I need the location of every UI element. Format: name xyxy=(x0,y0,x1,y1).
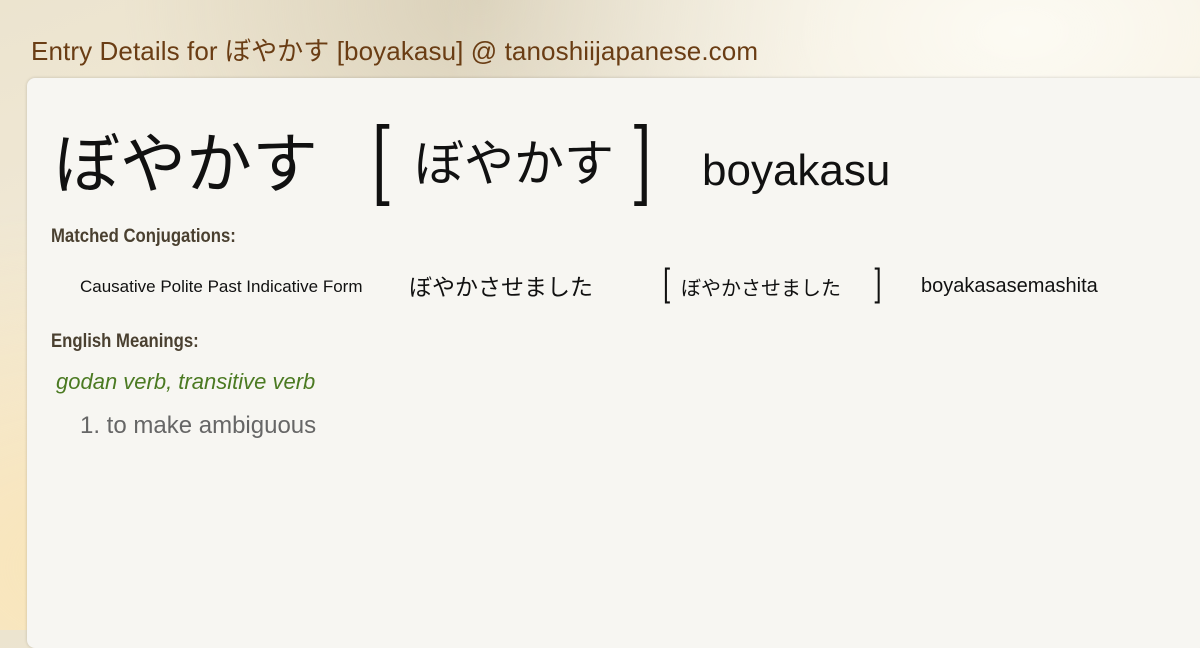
part-of-speech: godan verb, transitive verb xyxy=(56,369,316,394)
entry-reading: ぼやかす xyxy=(414,135,614,193)
meaning-item: 1. to make ambiguous xyxy=(80,412,317,439)
page-title-kana: ぼやかす xyxy=(224,37,330,67)
conjugation-kana: ぼやかさせました xyxy=(409,275,593,301)
page-title-prefix: Entry Details for xyxy=(31,36,225,66)
entry-bracket-open: [ xyxy=(372,109,394,216)
conjugation-romaji: boyakasasemashita xyxy=(921,275,1098,297)
entry-romaji: boyakasu xyxy=(702,146,891,195)
matched-conjugations-label: Matched Conjugations: xyxy=(51,226,236,247)
conjugation-bracket-close: ] xyxy=(873,262,882,308)
entry-bracket-close: ] xyxy=(630,109,652,216)
page-title-suffix: [boyakasu] @ tanoshiijapanese.com xyxy=(329,36,759,66)
english-meanings-label: English Meanings: xyxy=(51,331,199,352)
conjugation-bracket-open: [ xyxy=(663,262,672,308)
conjugation-reading: ぼやかさせました xyxy=(681,276,841,300)
entry-kana: ぼやかす xyxy=(54,126,318,203)
conjugation-form-name: Causative Polite Past Indicative Form xyxy=(80,277,363,296)
page-title: Entry Details for ぼやかす [boyakasu] @ tano… xyxy=(31,31,758,68)
